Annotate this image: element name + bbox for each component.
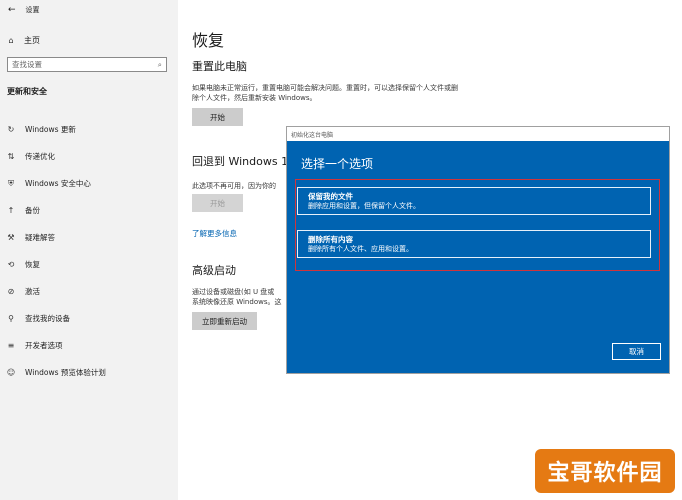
dialog-titlebar: 初始化这台电脑 [287, 127, 669, 141]
delivery-optimization-icon: ⇅ [7, 152, 15, 161]
developer-icon: ≡ [7, 341, 15, 350]
sidebar-item-delivery-optimization[interactable]: ⇅ 传递优化 [6, 143, 172, 170]
sidebar-item-label: Windows 更新 [25, 125, 76, 134]
reset-heading: 重置此电脑 [192, 60, 247, 73]
sidebar-item-label: 传递优化 [25, 152, 55, 161]
sidebar-item-label: 疑难解答 [25, 233, 55, 242]
sidebar-item-developer-options[interactable]: ≡ 开发者选项 [6, 332, 172, 359]
sidebar-item-windows-security[interactable]: ⛨ Windows 安全中心 [6, 170, 172, 197]
recovery-icon: ⟲ [7, 260, 15, 269]
activation-icon: ⊘ [7, 287, 15, 296]
backup-icon: ↑ [7, 206, 15, 215]
person-location-icon: ⚲ [8, 314, 14, 323]
wrench-icon: ⚒ [7, 233, 15, 242]
search-icon: ⌕ [157, 59, 162, 69]
restart-now-button[interactable]: 立即重新启动 [192, 312, 257, 330]
home-icon: ⌂ [8, 35, 14, 45]
back-arrow-icon[interactable]: ← [8, 5, 16, 15]
sidebar-item-activation[interactable]: ⊘ 激活 [6, 278, 172, 305]
search-placeholder: 查找设置 [12, 60, 42, 69]
cancel-button[interactable]: 取消 [612, 343, 661, 360]
sidebar-item-windows-update[interactable]: ↻ Windows 更新 [6, 116, 172, 143]
option-title: 保留我的文件 [308, 192, 353, 201]
window-title: 设置 [25, 6, 40, 14]
settings-sidebar: ← 设置 ⌂ 主页 查找设置 ⌕ 更新和安全 ↻ Windows 更新 ⇅ 传递… [0, 0, 178, 500]
watermark-logo: 宝哥软件园 [535, 449, 675, 493]
reset-pc-dialog: 初始化这台电脑 选择一个选项 保留我的文件 删除应用和设置，但保留个人文件。 删… [286, 126, 670, 374]
sidebar-item-label: 恢复 [25, 260, 40, 269]
insider-icon: ☺ [6, 368, 16, 377]
search-input[interactable]: 查找设置 ⌕ [7, 57, 167, 72]
reset-description: 如果电脑未正常运行，重置电脑可能会解决问题。重置时，可以选择保留个人文件或删除个… [192, 84, 458, 102]
learn-more-link[interactable]: 了解更多信息 [192, 228, 237, 239]
sidebar-item-label: Windows 安全中心 [25, 179, 91, 188]
section-title: 更新和安全 [7, 87, 47, 96]
sidebar-item-home[interactable]: ⌂ 主页 [6, 32, 166, 48]
advanced-startup-heading: 高级启动 [192, 264, 236, 277]
go-back-heading: 回退到 Windows 10 [192, 155, 296, 168]
reset-start-button[interactable]: 开始 [192, 108, 243, 126]
home-label: 主页 [24, 35, 40, 45]
shield-icon: ⛨ [8, 178, 14, 188]
sidebar-nav: ↻ Windows 更新 ⇅ 传递优化 ⛨ Windows 安全中心 ↑ 备份 … [6, 116, 172, 386]
sidebar-item-troubleshoot[interactable]: ⚒ 疑难解答 [6, 224, 172, 251]
sidebar-item-windows-insider[interactable]: ☺ Windows 预览体验计划 [6, 359, 172, 386]
sidebar-item-recovery[interactable]: ⟲ 恢复 [6, 251, 172, 278]
page-title: 恢复 [192, 31, 225, 50]
sidebar-item-find-my-device[interactable]: ⚲ 查找我的设备 [6, 305, 172, 332]
sidebar-item-label: 激活 [25, 287, 40, 296]
option-description: 删除应用和设置，但保留个人文件。 [308, 202, 420, 210]
go-back-start-button[interactable]: 开始 [192, 194, 243, 212]
dialog-heading: 选择一个选项 [301, 157, 374, 171]
sidebar-item-label: 备份 [25, 206, 40, 215]
option-title: 删除所有内容 [308, 235, 353, 244]
remove-everything-option[interactable]: 删除所有内容 删除所有个人文件、应用和设置。 [297, 230, 651, 258]
window-titlebar: ← 设置 [8, 3, 40, 17]
refresh-icon: ↻ [7, 125, 15, 134]
sidebar-item-label: 开发者选项 [25, 341, 63, 350]
sidebar-item-label: Windows 预览体验计划 [25, 368, 106, 377]
sidebar-item-label: 查找我的设备 [25, 314, 70, 323]
option-description: 删除所有个人文件、应用和设置。 [308, 245, 413, 253]
keep-my-files-option[interactable]: 保留我的文件 删除应用和设置，但保留个人文件。 [297, 187, 651, 215]
sidebar-item-backup[interactable]: ↑ 备份 [6, 197, 172, 224]
